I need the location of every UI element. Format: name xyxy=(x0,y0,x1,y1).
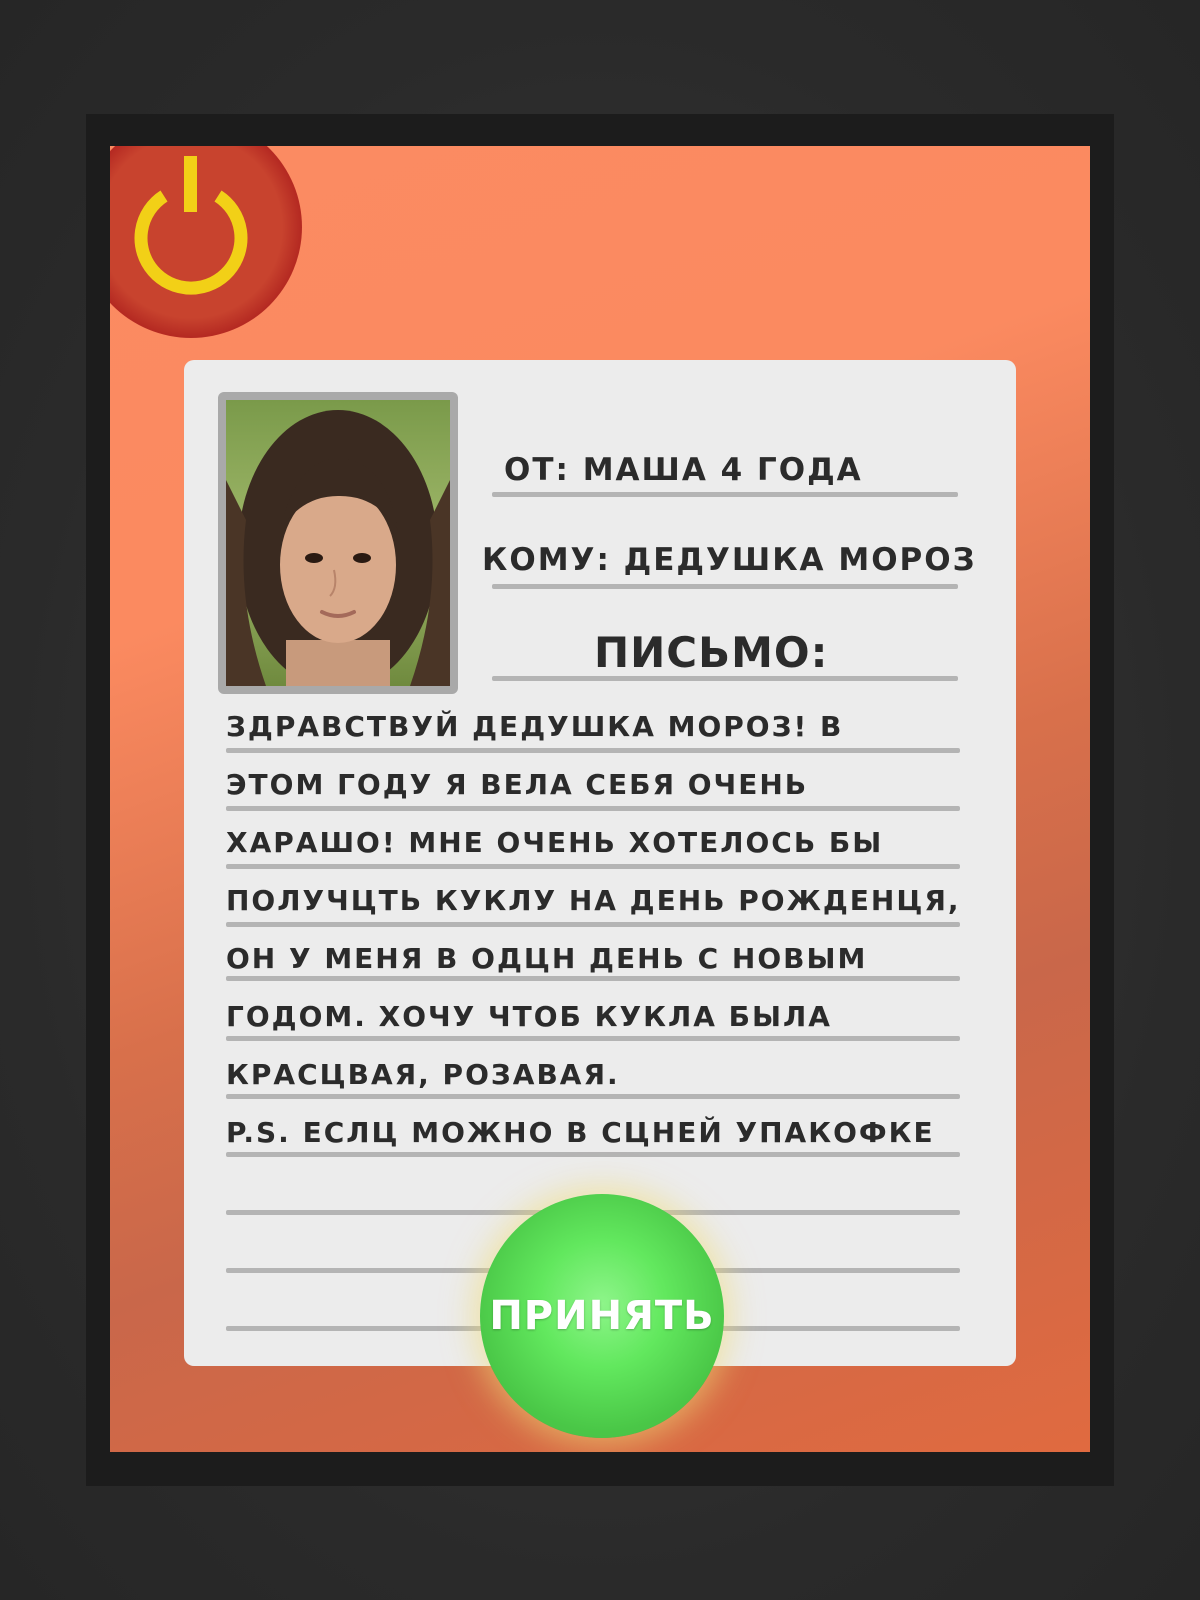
letter-line: ПОЛУЧЦТЬ КУКЛУ НА ДЕНЬ РОЖДЕНЦЯ, xyxy=(226,884,961,917)
letter-title: ПИСЬМО: xyxy=(594,628,829,677)
letter-line: ХАРАШО! МНЕ ОЧЕНЬ ХОТЕЛОСЬ БЫ xyxy=(226,826,884,859)
letter-line: ЗДРАВСТВУЙ ДЕДУШКА МОРОЗ! В xyxy=(226,710,844,743)
letter-rule xyxy=(226,748,960,753)
accept-button-label: ПРИНЯТЬ xyxy=(489,1293,715,1339)
power-button[interactable] xyxy=(110,146,302,338)
accept-button[interactable]: ПРИНЯТЬ xyxy=(480,1194,724,1438)
from-rule xyxy=(492,492,958,497)
letter-rule xyxy=(226,1094,960,1099)
letter-line: ОН У МЕНЯ В ОДЦН ДЕНЬ С НОВЫМ xyxy=(226,942,868,975)
power-icon xyxy=(134,156,248,295)
girl-portrait-photo xyxy=(218,392,458,694)
letter-rule xyxy=(226,922,960,927)
game-screen: ОТ: МАША 4 ГОДА КОМУ: ДЕДУШКА МОРОЗ ПИСЬ… xyxy=(110,146,1090,1452)
letter-line: P.S. ЕСЛЦ МОЖНО В СЦНЕЙ УПАКОФКЕ xyxy=(226,1116,935,1149)
letter-line: ГОДОМ. ХОЧУ ЧТОБ КУКЛА БЫЛА xyxy=(226,1000,832,1033)
letter-rule xyxy=(226,864,960,869)
letter-line: ЭТОМ ГОДУ Я ВЕЛА СЕБЯ ОЧЕНЬ xyxy=(226,768,809,801)
letter-rule xyxy=(226,1036,960,1041)
letter-rule xyxy=(226,976,960,981)
to-field: КОМУ: ДЕДУШКА МОРОЗ xyxy=(482,542,977,578)
letter-line: КРАСЦВАЯ, РОЗАВАЯ. xyxy=(226,1058,620,1091)
device-frame: ОТ: МАША 4 ГОДА КОМУ: ДЕДУШКА МОРОЗ ПИСЬ… xyxy=(86,114,1114,1486)
letter-rule xyxy=(226,806,960,811)
letter-rule xyxy=(226,1152,960,1157)
from-field: ОТ: МАША 4 ГОДА xyxy=(504,452,863,488)
title-rule xyxy=(492,676,958,681)
to-rule xyxy=(492,584,958,589)
